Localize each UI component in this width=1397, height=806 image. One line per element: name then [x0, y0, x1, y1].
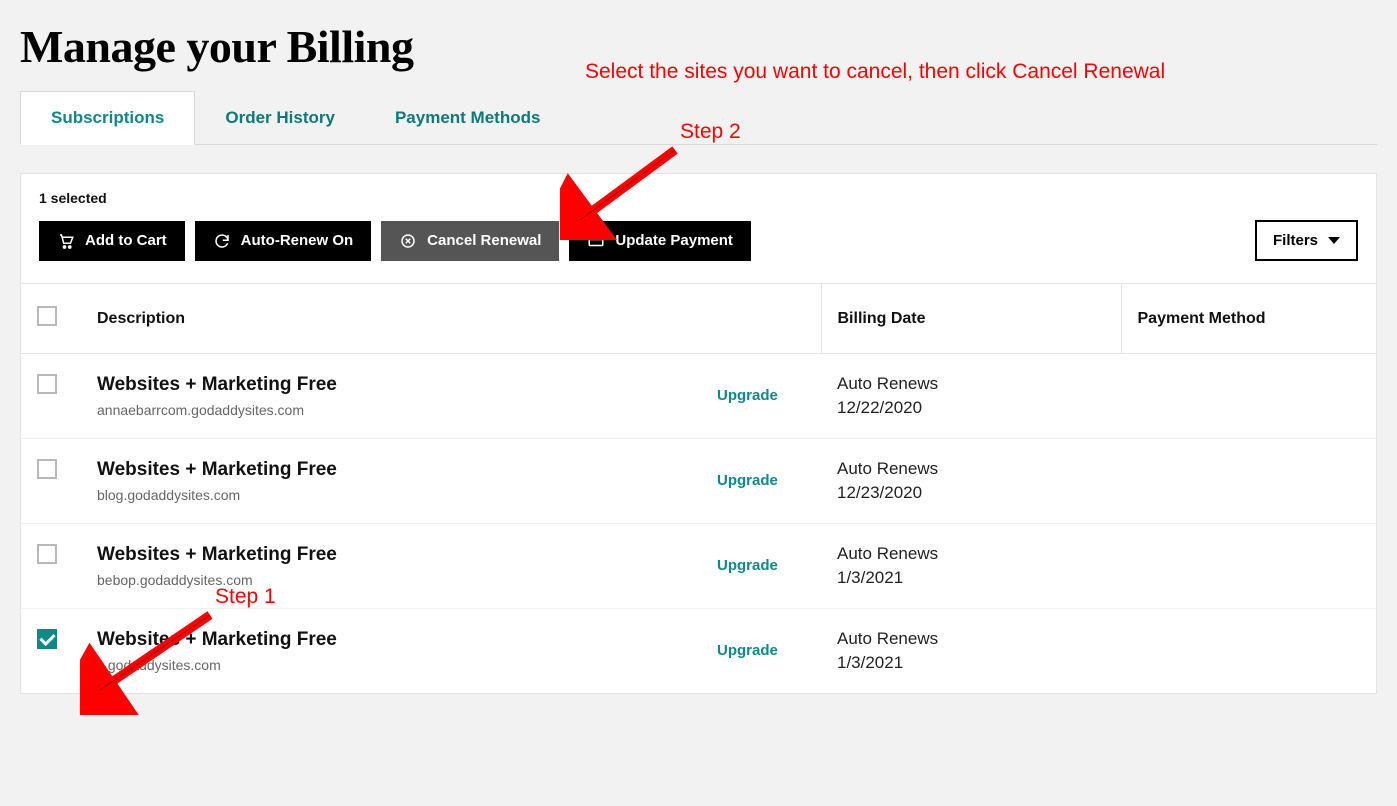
filters-label: Filters: [1273, 232, 1318, 249]
page-title: Manage your Billing: [20, 20, 1377, 73]
billing-date: 1/3/2021: [837, 568, 1105, 588]
row-domain: blog.godaddysites.com: [97, 487, 685, 503]
billing-label: Auto Renews: [837, 459, 1105, 479]
credit-card-icon: [587, 232, 605, 250]
billing-label: Auto Renews: [837, 629, 1105, 649]
update-payment-button[interactable]: Update Payment: [569, 221, 751, 261]
toolbar-buttons: Add to Cart Auto-Renew On Cancel Renewal: [39, 220, 1358, 261]
payment-method-cell: [1121, 439, 1376, 524]
table-row: Websites + Marketing Free bebop.godaddysi…: [21, 524, 1376, 609]
upgrade-link[interactable]: Upgrade: [717, 472, 778, 489]
table-row: Websites + Marketing Free annaebarrcom.go…: [21, 354, 1376, 439]
row-checkbox[interactable]: [37, 629, 57, 649]
upgrade-link[interactable]: Upgrade: [717, 642, 778, 659]
row-title: Websites + Marketing Free: [97, 629, 685, 651]
billing-label: Auto Renews: [837, 374, 1105, 394]
tab-payment-methods[interactable]: Payment Methods: [365, 91, 570, 144]
payment-method-cell: [1121, 609, 1376, 694]
toolbar: 1 selected Add to Cart Auto-Renew On: [21, 174, 1376, 283]
tab-subscriptions[interactable]: Subscriptions: [20, 91, 195, 145]
tab-bar: Subscriptions Order History Payment Meth…: [20, 91, 1377, 145]
auto-renew-on-label: Auto-Renew On: [241, 232, 354, 249]
table-row: Websites + Marketing Free blog.godaddysit…: [21, 439, 1376, 524]
billing-label: Auto Renews: [837, 544, 1105, 564]
add-to-cart-label: Add to Cart: [85, 232, 167, 249]
col-description: Description: [81, 284, 701, 354]
row-title: Websites + Marketing Free: [97, 374, 685, 396]
row-title: Websites + Marketing Free: [97, 544, 685, 566]
table-row: Websites + Marketing Free k.godaddysites.…: [21, 609, 1376, 694]
row-checkbox[interactable]: [37, 459, 57, 479]
refresh-icon: [213, 232, 231, 250]
payment-method-cell: [1121, 524, 1376, 609]
billing-date: 12/22/2020: [837, 398, 1105, 418]
cart-icon: [57, 232, 75, 250]
tab-order-history[interactable]: Order History: [195, 91, 365, 144]
cancel-renewal-label: Cancel Renewal: [427, 232, 541, 249]
cancel-renewal-button[interactable]: Cancel Renewal: [381, 221, 559, 261]
payment-method-cell: [1121, 354, 1376, 439]
add-to-cart-button[interactable]: Add to Cart: [39, 221, 185, 261]
col-billing-date: Billing Date: [821, 284, 1121, 354]
filters-button[interactable]: Filters: [1255, 220, 1358, 261]
row-domain: annaebarrcom.godaddysites.com: [97, 402, 685, 418]
upgrade-link[interactable]: Upgrade: [717, 557, 778, 574]
row-title: Websites + Marketing Free: [97, 459, 685, 481]
update-payment-label: Update Payment: [615, 232, 733, 249]
select-all-checkbox[interactable]: [37, 306, 57, 326]
chevron-down-icon: [1328, 237, 1340, 244]
selected-count: 1 selected: [39, 190, 1358, 206]
col-payment-method: Payment Method: [1121, 284, 1376, 354]
cancel-circle-icon: [399, 232, 417, 250]
auto-renew-on-button[interactable]: Auto-Renew On: [195, 221, 372, 261]
billing-date: 12/23/2020: [837, 483, 1105, 503]
row-domain: bebop.godaddysites.com: [97, 572, 685, 588]
upgrade-link[interactable]: Upgrade: [717, 387, 778, 404]
col-upgrade: [701, 284, 821, 354]
subscriptions-panel: 1 selected Add to Cart Auto-Renew On: [20, 173, 1377, 694]
row-checkbox[interactable]: [37, 544, 57, 564]
row-domain: k.godaddysites.com: [97, 657, 685, 673]
table-header-row: Description Billing Date Payment Method: [21, 284, 1376, 354]
billing-date: 1/3/2021: [837, 653, 1105, 673]
row-checkbox[interactable]: [37, 374, 57, 394]
subscriptions-table: Description Billing Date Payment Method …: [21, 283, 1376, 693]
